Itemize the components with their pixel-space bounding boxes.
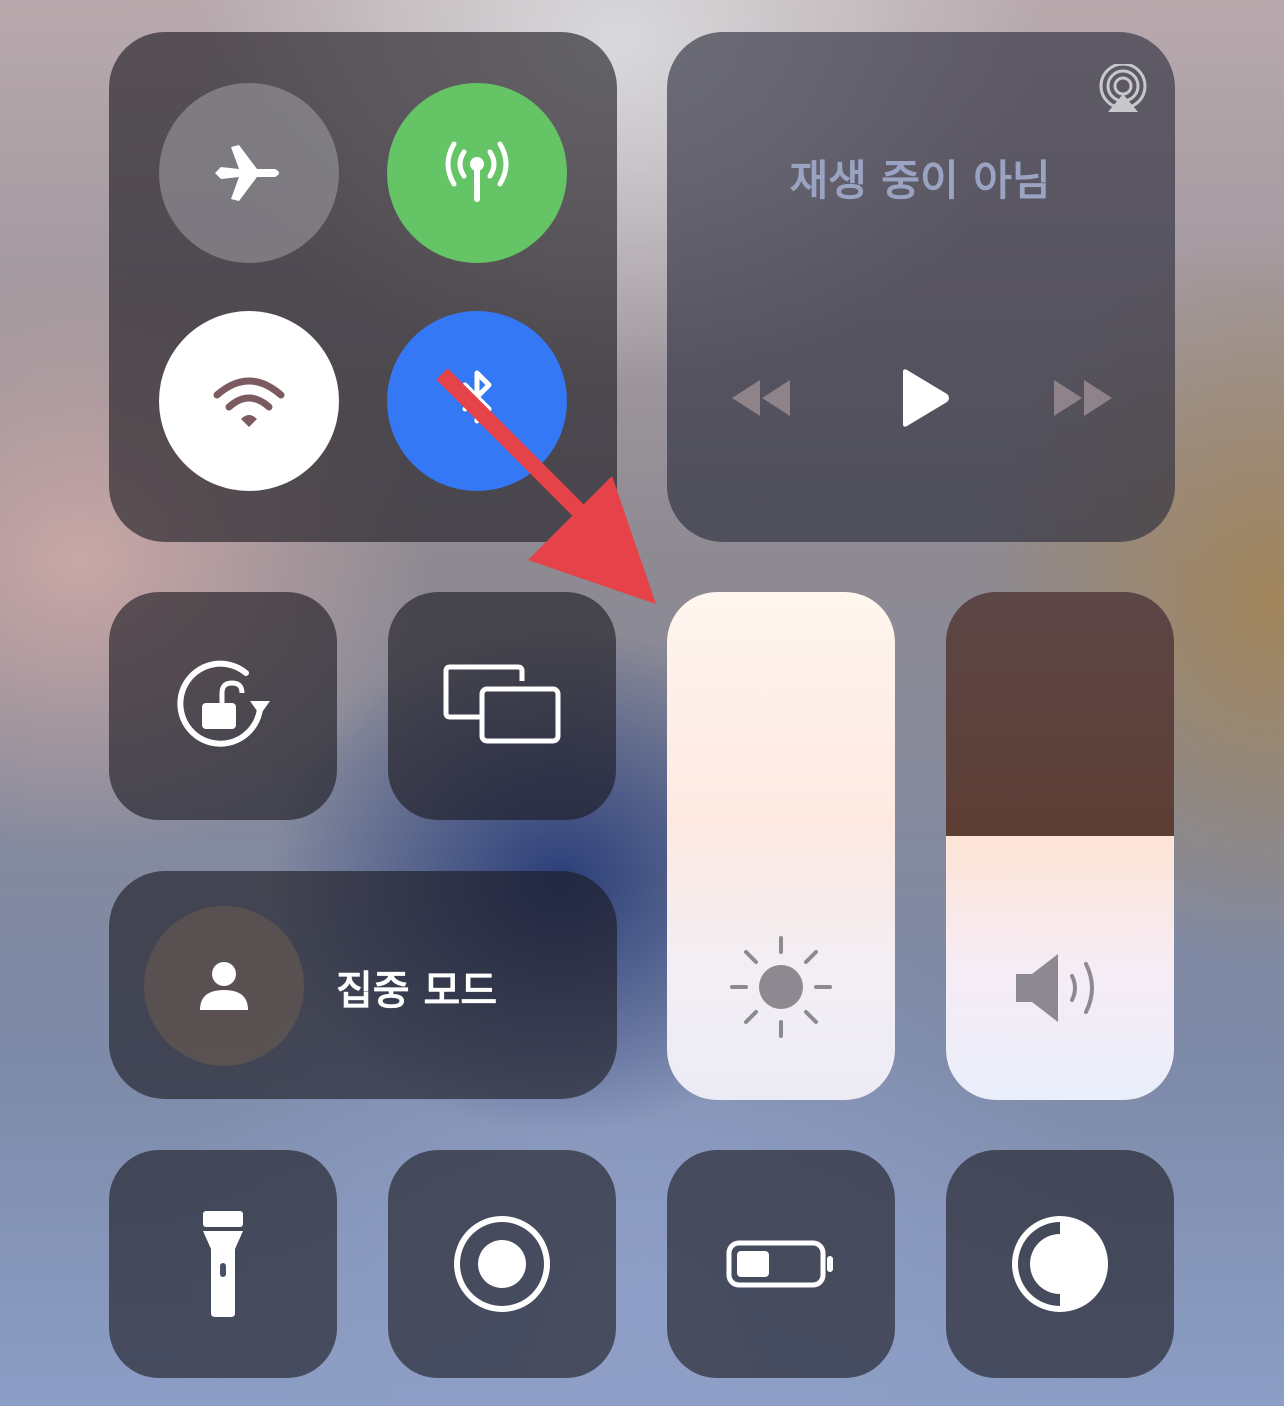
play-button[interactable] — [893, 364, 957, 432]
bluetooth-icon — [462, 370, 492, 424]
cellular-data-toggle[interactable] — [387, 83, 567, 263]
wifi-icon — [213, 377, 285, 427]
screen-record-icon — [454, 1216, 550, 1312]
person-icon — [200, 962, 248, 1010]
wifi-toggle[interactable] — [159, 311, 339, 491]
now-playing-title: 재생 중이 아님 — [789, 155, 1051, 205]
focus-mode-label: 집중 모드 — [336, 968, 498, 1014]
screen-record-button[interactable] — [388, 1150, 616, 1378]
focus-icon-circle — [144, 906, 304, 1066]
brightness-slider[interactable] — [667, 592, 895, 1100]
screen-mirroring-icon — [443, 664, 561, 744]
low-power-mode-button[interactable] — [667, 1150, 895, 1378]
bluetooth-toggle[interactable] — [387, 311, 567, 491]
airplay-button[interactable] — [1096, 62, 1150, 114]
speaker-icon — [1016, 954, 1094, 1022]
airplay-audio-icon — [1099, 62, 1147, 112]
flashlight-button[interactable] — [109, 1150, 337, 1378]
airplane-icon — [215, 145, 279, 201]
dark-mode-icon — [1012, 1216, 1108, 1312]
fast-forward-button[interactable] — [1048, 372, 1118, 424]
airplane-mode-toggle[interactable] — [159, 83, 339, 263]
cellular-antenna-icon — [445, 141, 509, 202]
rewind-icon — [732, 380, 790, 416]
rotation-lock-button[interactable] — [109, 592, 337, 820]
low-power-mode-icon — [726, 1240, 833, 1288]
rotation-lock-icon — [177, 660, 270, 747]
flashlight-icon — [203, 1211, 243, 1317]
play-icon — [903, 369, 949, 427]
dark-mode-button[interactable] — [946, 1150, 1174, 1378]
fast-forward-icon — [1054, 380, 1112, 416]
volume-slider[interactable] — [946, 592, 1174, 1100]
screen-mirroring-button[interactable] — [388, 592, 616, 820]
rewind-button[interactable] — [726, 372, 796, 424]
sun-icon — [730, 936, 832, 1038]
